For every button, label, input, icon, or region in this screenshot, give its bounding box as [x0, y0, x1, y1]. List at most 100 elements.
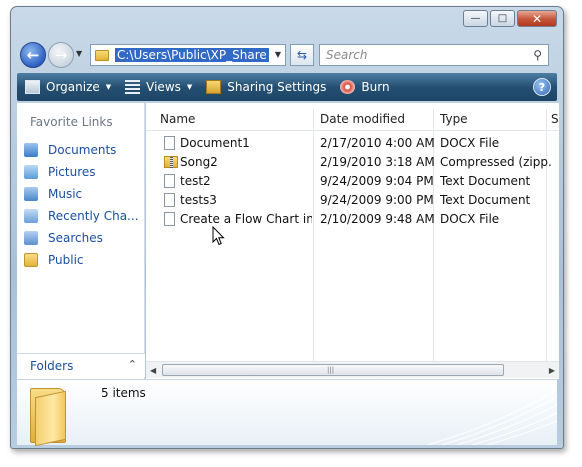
- command-bar: Organize ▼ Views ▼ Sharing Settings Burn…: [17, 73, 557, 101]
- organize-button[interactable]: Organize ▼: [25, 80, 111, 94]
- document-icon: [164, 212, 175, 226]
- documents-icon: [24, 143, 38, 157]
- horizontal-scrollbar[interactable]: ◀ ||| ▶: [146, 361, 559, 378]
- file-row[interactable]: Create a Flow Chart in ... 2/10/2009 9:4…: [146, 210, 559, 229]
- text-document-icon: [164, 174, 175, 188]
- address-row: ← → ▼ C:\Users\Public\XP_Share ▼ ⇆ Searc…: [17, 41, 557, 69]
- burn-icon: [340, 80, 356, 94]
- nav-item-label: Public: [48, 253, 84, 267]
- file-row[interactable]: Document1 2/17/2010 4:00 AM DOCX File: [146, 134, 559, 153]
- chevron-down-icon: ▼: [186, 83, 193, 91]
- nav-item-label: Recently Cha...: [48, 209, 139, 223]
- sharing-label: Sharing Settings: [227, 80, 327, 94]
- search-input[interactable]: Search ⚲: [319, 44, 549, 66]
- maximize-button[interactable]: □: [490, 10, 515, 27]
- file-date: 2/10/2009 9:48 AM: [320, 212, 435, 226]
- chevron-down-icon: ▼: [105, 83, 112, 91]
- folders-label: Folders: [30, 358, 74, 373]
- nav-item-music[interactable]: Music: [24, 183, 139, 205]
- navigation-pane: Favorite Links Documents Pictures Music …: [17, 103, 145, 379]
- nav-item-label: Music: [48, 187, 83, 201]
- pictures-icon: [24, 165, 38, 179]
- nav-item-label: Documents: [48, 143, 117, 157]
- nav-item-public[interactable]: Public: [24, 249, 139, 271]
- search-placeholder: Search: [326, 48, 368, 62]
- file-name: Create a Flow Chart in ...: [180, 212, 312, 226]
- file-type: Compressed (zipp...: [440, 155, 552, 169]
- recent-pages-dropdown[interactable]: ▼: [76, 49, 82, 58]
- file-date: 2/17/2010 4:00 AM: [320, 136, 435, 150]
- help-button[interactable]: ?: [533, 78, 551, 96]
- forward-button[interactable]: →: [48, 42, 74, 68]
- file-name: tests3: [180, 193, 217, 207]
- nav-item-recently-changed[interactable]: Recently Cha...: [24, 205, 139, 227]
- zip-folder-icon: [164, 156, 178, 168]
- close-button[interactable]: ✕: [517, 10, 557, 27]
- window-controls: — □ ✕: [461, 10, 557, 27]
- burn-button[interactable]: Burn: [340, 80, 390, 94]
- address-bar[interactable]: C:\Users\Public\XP_Share ▼: [90, 44, 286, 66]
- forward-arrow-icon: →: [54, 46, 68, 64]
- recently-changed-icon: [24, 209, 38, 223]
- address-path[interactable]: C:\Users\Public\XP_Share: [115, 48, 269, 62]
- file-row[interactable]: Song2 2/19/2010 3:18 AM Compressed (zipp…: [146, 153, 559, 172]
- address-dropdown-icon[interactable]: ▼: [275, 50, 281, 59]
- column-header-name[interactable]: Name: [160, 109, 195, 129]
- chevron-up-icon: ⌃: [127, 358, 137, 371]
- nav-item-label: Pictures: [48, 165, 96, 179]
- public-folder-icon: [24, 253, 38, 267]
- explorer-window: — □ ✕ ← → ▼ C:\Users\Public\XP_Share ▼ ⇆…: [10, 6, 564, 449]
- back-button[interactable]: ←: [20, 42, 46, 68]
- nav-item-pictures[interactable]: Pictures: [24, 161, 139, 183]
- file-type: Text Document: [440, 193, 531, 207]
- file-name: test2: [180, 174, 211, 188]
- file-type: DOCX File: [440, 212, 500, 226]
- details-pane: 5 items: [17, 379, 557, 447]
- grip-icon: |||: [327, 366, 335, 374]
- column-header-size[interactable]: S: [551, 109, 559, 129]
- file-row[interactable]: tests3 9/24/2009 9:00 PM Text Document: [146, 191, 559, 210]
- scroll-right-icon[interactable]: ▶: [549, 366, 555, 375]
- music-icon: [24, 187, 38, 201]
- file-row[interactable]: test2 9/24/2009 9:04 PM Text Document: [146, 172, 559, 191]
- file-date: 9/24/2009 9:00 PM: [320, 193, 434, 207]
- file-name: Song2: [180, 155, 218, 169]
- file-type: Text Document: [440, 174, 531, 188]
- searches-icon: [24, 231, 38, 245]
- organize-icon: [25, 80, 40, 94]
- organize-label: Organize: [46, 80, 100, 94]
- nav-item-documents[interactable]: Documents: [24, 139, 139, 161]
- refresh-icon: ⇆: [296, 48, 308, 62]
- search-icon[interactable]: ⚲: [533, 48, 542, 62]
- minimize-button[interactable]: —: [463, 10, 488, 27]
- large-folder-icon: [30, 388, 66, 447]
- file-name: Document1: [180, 136, 250, 150]
- help-icon: ?: [538, 80, 546, 94]
- file-type: DOCX File: [440, 136, 500, 150]
- views-button[interactable]: Views ▼: [125, 80, 192, 94]
- back-arrow-icon: ←: [26, 46, 40, 64]
- document-icon: [164, 136, 175, 150]
- decorative-swoosh: [426, 389, 557, 445]
- column-header-type[interactable]: Type: [440, 109, 468, 129]
- nav-item-searches[interactable]: Searches: [24, 227, 139, 249]
- sharing-settings-button[interactable]: Sharing Settings: [206, 80, 326, 94]
- views-label: Views: [146, 80, 181, 94]
- sharing-icon: [206, 80, 222, 94]
- folders-toggle[interactable]: Folders ⌃: [17, 353, 145, 377]
- favorite-links-list: Documents Pictures Music Recently Cha...…: [24, 139, 139, 271]
- scroll-left-icon[interactable]: ◀: [150, 366, 156, 375]
- text-document-icon: [164, 193, 175, 207]
- folder-icon: [95, 49, 109, 61]
- file-date: 2/19/2010 3:18 AM: [320, 155, 435, 169]
- column-header-date-modified[interactable]: Date modified: [320, 109, 405, 129]
- item-count: 5 items: [101, 386, 146, 400]
- file-date: 9/24/2009 9:04 PM: [320, 174, 434, 188]
- scrollbar-thumb[interactable]: |||: [162, 364, 504, 376]
- favorite-links-title: Favorite Links: [30, 115, 113, 129]
- refresh-button[interactable]: ⇆: [290, 44, 314, 66]
- burn-label: Burn: [361, 80, 390, 94]
- header-divider: [146, 130, 559, 131]
- mouse-cursor-icon: [212, 226, 225, 246]
- views-icon: [125, 80, 141, 94]
